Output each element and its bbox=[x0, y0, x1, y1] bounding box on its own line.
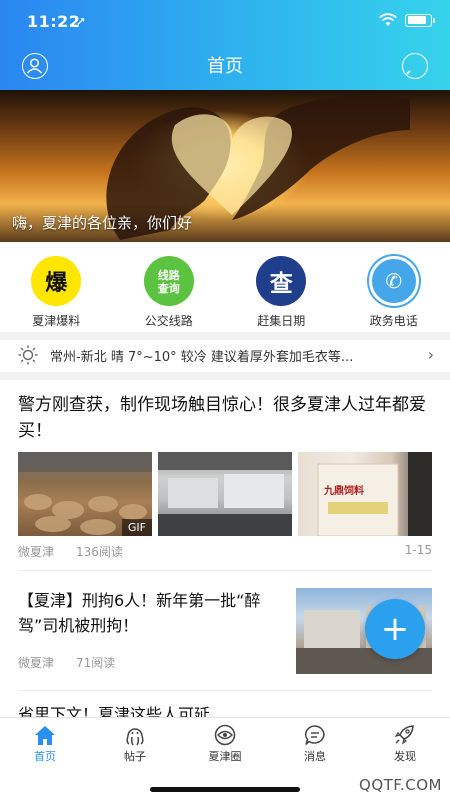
quick-link-label: 政务电话 bbox=[369, 314, 418, 328]
article-thumbnail bbox=[158, 452, 292, 536]
bus-route-icon: 线路 查询 bbox=[143, 256, 194, 306]
status-bar: 11:22 ➚ bbox=[0, 0, 450, 44]
list-separator bbox=[18, 570, 432, 571]
location-arrow-icon: ➚ bbox=[76, 14, 87, 28]
quick-links: 爆 夏津爆料 线路 查询 公交线路 查 赶集日期 ✆ 政务电话 bbox=[0, 250, 450, 330]
app-header: 11:22 ➚ 首页 bbox=[0, 0, 450, 90]
status-time: 11:22 bbox=[27, 12, 81, 31]
article-thumbnail: 九鼎饲料 bbox=[298, 452, 432, 536]
tab-discover[interactable]: 发现 bbox=[360, 718, 450, 766]
octopus-icon bbox=[126, 728, 144, 746]
section-divider bbox=[0, 332, 450, 340]
search-market-icon: 查 bbox=[256, 256, 307, 306]
gif-badge: GIF bbox=[121, 519, 152, 536]
quick-link-label: 夏津爆料 bbox=[32, 314, 81, 328]
tab-label: 发现 bbox=[394, 750, 416, 763]
message-icon bbox=[304, 725, 325, 746]
bottom-tab-bar: 首页 帖子 夏津圈 消息 发现 QQTF.COM bbox=[0, 717, 450, 800]
home-icon bbox=[35, 726, 55, 745]
article-reads: 136阅读 bbox=[76, 545, 123, 559]
list-separator bbox=[18, 690, 432, 691]
quick-link-bus[interactable]: 线路 查询 公交线路 bbox=[113, 250, 226, 330]
tab-home[interactable]: 首页 bbox=[0, 718, 90, 766]
weather-text: 常州-新北 晴 7°~10° 较冷 建议着厚外套加毛衣等... bbox=[50, 350, 354, 365]
add-post-button[interactable]: + bbox=[365, 599, 425, 659]
page-title: 首页 bbox=[207, 56, 243, 77]
quick-link-label: 赶集日期 bbox=[257, 314, 306, 328]
tab-circle[interactable]: 夏津圈 bbox=[180, 718, 270, 766]
quick-link-market[interactable]: 查 赶集日期 bbox=[225, 250, 338, 330]
tab-messages[interactable]: 消息 bbox=[270, 718, 360, 766]
article-thumbnails[interactable]: GIF 九鼎饲料 bbox=[18, 452, 432, 536]
phone-icon: ✆ bbox=[368, 256, 419, 306]
article-title[interactable]: 警方刚查获，制作现场触目惊心！很多夏津人过年都爱买！ bbox=[18, 392, 438, 444]
article-reads: 71阅读 bbox=[76, 656, 116, 670]
tab-label: 首页 bbox=[34, 750, 56, 763]
banner-image[interactable]: 嗨，夏津的各位亲，你们好 bbox=[0, 90, 450, 242]
quick-link-baoliao[interactable]: 爆 夏津爆料 bbox=[0, 250, 113, 330]
article-source: 微夏津 bbox=[18, 545, 55, 559]
quick-link-phone[interactable]: ✆ 政务电话 bbox=[338, 250, 450, 330]
banner-caption: 嗨，夏津的各位亲，你们好 bbox=[12, 214, 193, 232]
home-indicator bbox=[150, 787, 300, 792]
tab-label: 帖子 bbox=[124, 750, 146, 763]
chevron-right-icon: › bbox=[427, 345, 434, 364]
quick-link-label: 公交线路 bbox=[144, 314, 193, 328]
tab-label: 夏津圈 bbox=[208, 750, 242, 763]
article-title[interactable]: 【夏津】刑拘6人！新年第一批“醉驾”司机被刑拘！ bbox=[18, 588, 288, 638]
watermark: QQTF.COM bbox=[359, 776, 442, 794]
wifi-icon bbox=[379, 13, 397, 26]
battery-icon bbox=[405, 13, 435, 27]
sun-icon bbox=[18, 345, 38, 365]
baoliao-icon: 爆 bbox=[31, 256, 82, 306]
tab-posts[interactable]: 帖子 bbox=[90, 718, 180, 766]
tab-label: 消息 bbox=[304, 750, 326, 763]
chat-icon[interactable] bbox=[402, 53, 428, 79]
article-source: 微夏津 bbox=[18, 656, 55, 670]
section-divider bbox=[0, 372, 450, 380]
product-label: 九鼎饲料 bbox=[324, 486, 364, 497]
status-indicators bbox=[379, 13, 435, 27]
rocket-icon bbox=[394, 725, 414, 745]
image-counter: 1-15 bbox=[404, 543, 432, 557]
eye-icon bbox=[214, 724, 236, 746]
article-thumbnail: GIF bbox=[18, 452, 152, 536]
weather-bar[interactable]: 常州-新北 晴 7°~10° 较冷 建议着厚外套加毛衣等... › bbox=[0, 340, 450, 370]
